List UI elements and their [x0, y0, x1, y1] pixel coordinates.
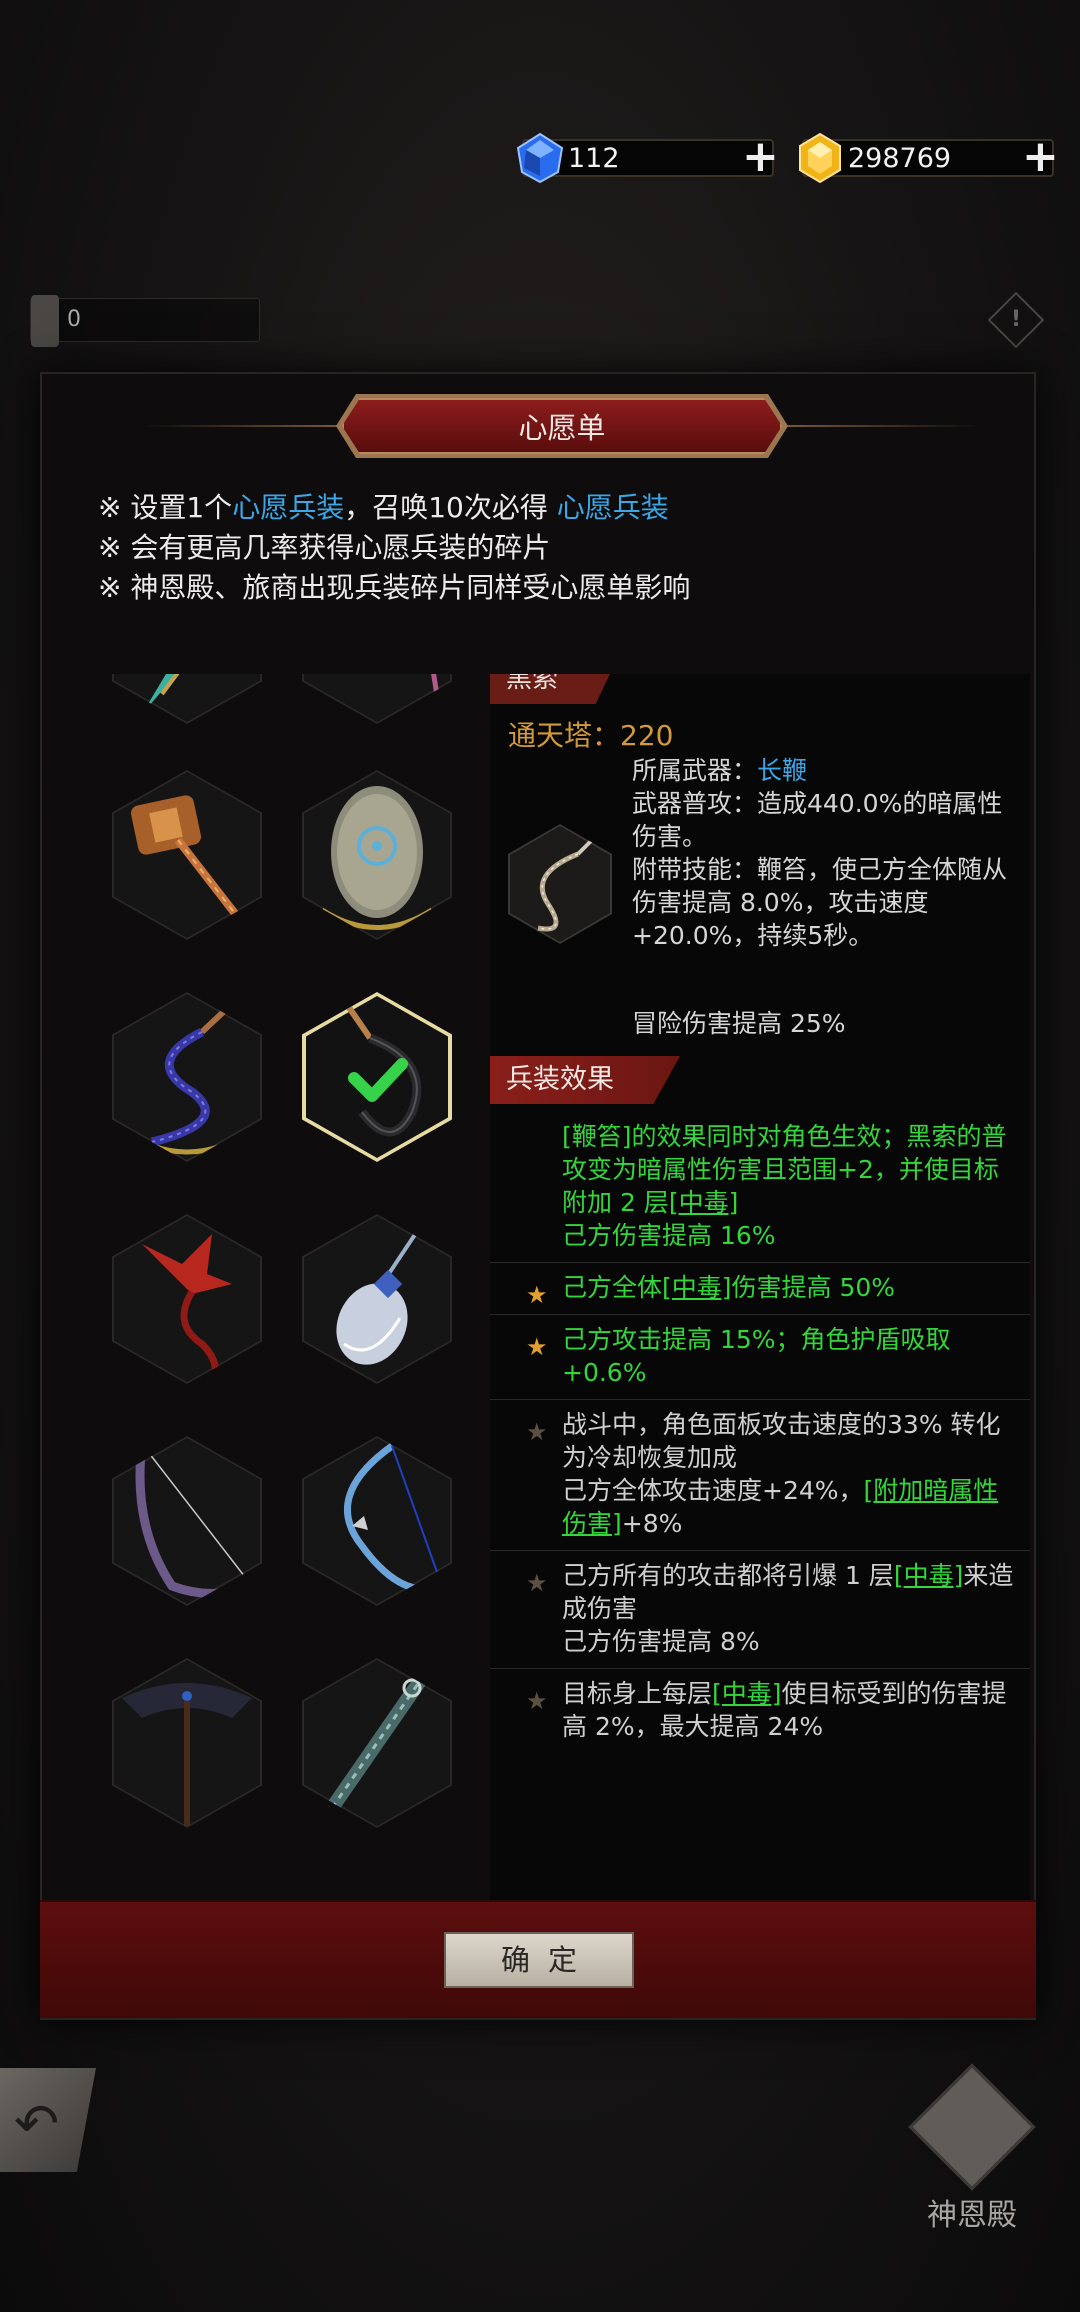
rule-1-highlight-b: 心愿兵装	[556, 491, 669, 524]
weapon-type-label: 所属武器：	[632, 756, 758, 785]
weapon-type-row: 所属武器：长鞭	[632, 754, 1022, 787]
rule-line-1: ※ 设置1个心愿兵装，召唤10次必得 心愿兵装	[98, 488, 998, 528]
weapon-slot-dragon-staff[interactable]	[112, 1214, 262, 1384]
temple-icon	[908, 2063, 1036, 2191]
whip-icon	[537, 836, 596, 932]
dialog-title-bar: 心愿单	[42, 394, 1038, 458]
weapon-slot-purple-bow[interactable]	[112, 1436, 262, 1606]
effect-5-text-a: 己方所有的攻击都将引爆 1 层	[562, 1561, 894, 1590]
title-divider-left	[142, 425, 342, 427]
background-search-value: 0	[67, 307, 81, 332]
rule-line-2: ※ 会有更高几率获得心愿兵装的碎片	[98, 531, 551, 564]
title-divider-right	[782, 425, 982, 427]
temple-label: 神恩殿	[927, 2198, 1017, 2233]
tower-label: 通天塔：	[508, 719, 621, 752]
wishlist-rules: ※ 设置1个心愿兵装，召唤10次必得 心愿兵装 ※ 会有更高几率获得心愿兵装的碎…	[98, 488, 998, 608]
effect-2-text-b: 伤害提高 50%	[731, 1273, 896, 1302]
poison-link[interactable]: [中毒]	[712, 1679, 782, 1708]
skill-desc: 附带技能：鞭笞，使己方全体随从伤害提高 8.0%，攻击速度+20.0%，持续5秒…	[632, 855, 1008, 950]
star-icon: ★	[526, 1569, 548, 1597]
weapon-grid	[72, 674, 492, 1974]
info-icon: !	[987, 291, 1045, 349]
effect-2-text-a: 己方全体	[562, 1273, 663, 1302]
weapon-slot-shield[interactable]	[302, 770, 452, 940]
effect-5-line2: 己方伤害提高 8%	[562, 1627, 760, 1656]
effect-4-text: 战斗中，角色面板攻击速度的33% 转化为冷却恢复加成	[562, 1410, 1001, 1472]
weapon-slot-hammer[interactable]	[112, 770, 262, 940]
rule-1-highlight-a: 心愿兵装	[232, 491, 345, 524]
effect-row-base: [鞭笞]的效果同时对角色生效；黑索的普攻变为暗属性伤害且范围+2，并使目标附加 …	[490, 1112, 1030, 1263]
dialog-footer: 确定	[40, 1900, 1036, 2018]
star-icon: ★	[526, 1333, 548, 1361]
gold-amount: 298769	[848, 142, 952, 174]
gold-gem-icon	[799, 132, 841, 184]
star-icon: ★	[526, 1418, 548, 1446]
effect-6-text-a: 目标身上每层	[562, 1679, 713, 1708]
diamond-amount: 112	[568, 142, 620, 174]
tower-requirement: 通天塔：220	[508, 714, 673, 754]
weapon-slot-thorn-blade[interactable]	[302, 1658, 452, 1828]
effect-3-text: 己方攻击提高 15%；角色护盾吸取+0.6%	[562, 1325, 951, 1387]
weapon-slot-dark-trident[interactable]	[112, 1658, 262, 1828]
normal-attack-desc: 武器普攻：造成440.0%的暗属性伤害。	[632, 789, 1003, 851]
back-arrow-icon: ↶	[14, 2092, 60, 2155]
diamond-counter: 112 +	[516, 130, 779, 186]
weapon-slot-feather-scepter[interactable]	[302, 1214, 452, 1384]
rule-1-mid: ，召唤10次必得	[344, 491, 557, 524]
weapon-slot-black-whip-selected[interactable]	[302, 992, 452, 1162]
weapon-detail-pane: 黑索 通天塔：220 所属武器：长鞭 武器普攻：造成440.0%的暗属性伤害。 …	[490, 674, 1030, 1964]
add-diamond-button[interactable]: +	[742, 135, 779, 179]
tower-value: 220	[620, 719, 674, 752]
poison-link[interactable]: [中毒]	[894, 1561, 964, 1590]
poison-link[interactable]: [中毒]	[662, 1273, 732, 1302]
weapon-slot-staff-top[interactable]	[302, 674, 452, 724]
weapon-slot-ice-bow[interactable]	[302, 1436, 452, 1606]
effect-4-line2: 己方全体攻击速度+24%，	[562, 1476, 864, 1505]
gold-counter: 298769 +	[799, 130, 1059, 186]
weapon-name-tag: 黑索	[490, 674, 610, 704]
weapon-slot-blue-whip[interactable]	[112, 992, 262, 1162]
effect-4-tail: +8%	[621, 1509, 683, 1538]
effect-row-star-4: ★ 己方所有的攻击都将引爆 1 层[中毒]来造成伤害 己方伤害提高 8%	[490, 1551, 1030, 1669]
weapon-preview	[508, 824, 612, 944]
back-button[interactable]: ↶	[0, 2068, 96, 2172]
diamond-icon	[516, 132, 564, 184]
rule-line-3: ※ 神恩殿、旅商出现兵装碎片同样受心愿单影响	[98, 571, 691, 604]
wishlist-dialog: 心愿单 ※ 设置1个心愿兵装，召唤10次必得 心愿兵装 ※ 会有更高几率获得心愿…	[40, 372, 1036, 2020]
weapon-type-value: 长鞭	[757, 756, 808, 785]
adventure-bonus: 冒险伤害提高 25%	[632, 1009, 846, 1038]
effect-1-line2: 己方伤害提高 16%	[562, 1221, 776, 1250]
star-icon: ★	[526, 1687, 548, 1715]
add-gold-button[interactable]: +	[1022, 135, 1059, 179]
effect-row-star-1: ★ 己方全体[中毒]伤害提高 50%	[490, 1263, 1030, 1315]
background-search-field: 0	[30, 295, 260, 347]
effect-row-star-2: ★ 己方攻击提高 15%；角色护盾吸取+0.6%	[490, 1315, 1030, 1400]
confirm-button[interactable]: 确定	[444, 1932, 634, 1988]
dialog-title: 心愿单	[342, 398, 782, 454]
temple-button[interactable]: 神恩殿	[908, 2063, 1036, 2233]
effect-row-star-5: ★ 目标身上每层[中毒]使目标受到的伤害提高 2%，最大提高 24%	[490, 1669, 1030, 1753]
effect-list: [鞭笞]的效果同时对角色生效；黑索的普攻变为暗属性伤害且范围+2，并使目标附加 …	[490, 1112, 1030, 1753]
info-symbol: !	[1010, 307, 1022, 332]
effect-row-star-3: ★ 战斗中，角色面板攻击速度的33% 转化为冷却恢复加成 己方全体攻击速度+24…	[490, 1400, 1030, 1551]
effect-section-header: 兵装效果	[490, 1056, 680, 1104]
poison-link[interactable]: [中毒]	[669, 1188, 739, 1217]
effect-1-text: [鞭笞]的效果同时对角色生效；黑索的普攻变为暗属性伤害且范围+2，并使目标附加 …	[562, 1122, 1007, 1217]
search-handle	[31, 295, 59, 347]
weapon-slot-spear-top[interactable]	[112, 674, 262, 724]
star-icon: ★	[526, 1281, 548, 1309]
weapon-attributes: 所属武器：长鞭 武器普攻：造成440.0%的暗属性伤害。 附带技能：鞭笞，使己方…	[632, 754, 1022, 952]
rule-1-prefix: ※ 设置1个	[98, 491, 233, 524]
